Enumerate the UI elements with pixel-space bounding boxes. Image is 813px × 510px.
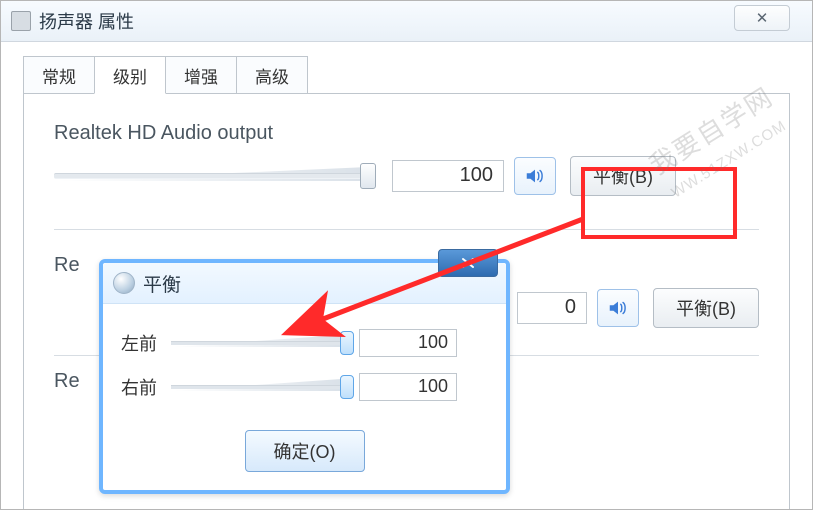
balance-row-left-front: 左前 100 (121, 324, 488, 362)
balance-dialog-body: 左前 100 右前 100 确定(O) (103, 304, 506, 490)
output-volume-slider[interactable] (54, 162, 374, 190)
window-icon (11, 11, 31, 31)
slider-thumb[interactable] (340, 375, 354, 399)
output-volume-row: 100 平衡(B) (54, 153, 759, 199)
balance-dialog-icon (113, 272, 135, 294)
section2-balance-button[interactable]: 平衡(B) (653, 288, 759, 328)
divider (54, 229, 759, 230)
balance-dialog-footer: 确定(O) (121, 412, 488, 472)
balance-right-front-value[interactable]: 100 (359, 373, 457, 401)
balance-left-front-slider[interactable] (171, 329, 347, 357)
speaker-properties-window: 扬声器 属性 ✕ 常规 级别 增强 高级 Realtek HD Audio ou… (0, 0, 813, 510)
output-volume-value[interactable]: 100 (392, 160, 504, 192)
window-close-button[interactable]: ✕ (734, 5, 790, 31)
tab-advanced[interactable]: 高级 (236, 56, 308, 94)
titlebar: 扬声器 属性 ✕ (1, 1, 812, 42)
balance-ok-button[interactable]: 确定(O) (245, 430, 365, 472)
tab-levels[interactable]: 级别 (94, 56, 166, 94)
balance-dialog-title: 平衡 (143, 270, 181, 297)
output-mute-button[interactable] (514, 157, 556, 195)
balance-dialog-close-button[interactable] (438, 249, 498, 277)
section2-mute-button[interactable] (597, 289, 639, 327)
tabstrip: 常规 级别 增强 高级 (23, 59, 790, 93)
tab-general[interactable]: 常规 (23, 56, 95, 94)
speaker-icon (524, 165, 546, 187)
balance-left-front-label: 左前 (121, 330, 171, 356)
section2-volume-value[interactable]: 0 (517, 292, 587, 324)
output-balance-button[interactable]: 平衡(B) (570, 156, 676, 196)
speaker-icon (607, 297, 629, 319)
tab-enhancements[interactable]: 增强 (165, 56, 237, 94)
balance-right-front-slider[interactable] (171, 373, 347, 401)
slider-thumb[interactable] (360, 163, 376, 189)
window-title: 扬声器 属性 (39, 8, 134, 34)
close-icon: ✕ (756, 9, 769, 27)
close-icon (459, 257, 477, 269)
balance-right-front-label: 右前 (121, 374, 171, 400)
balance-row-right-front: 右前 100 (121, 368, 488, 406)
balance-left-front-value[interactable]: 100 (359, 329, 457, 357)
output-device-label: Realtek HD Audio output (54, 122, 759, 145)
slider-thumb[interactable] (340, 331, 354, 355)
balance-dialog: 平衡 左前 100 右前 100 (99, 259, 510, 494)
